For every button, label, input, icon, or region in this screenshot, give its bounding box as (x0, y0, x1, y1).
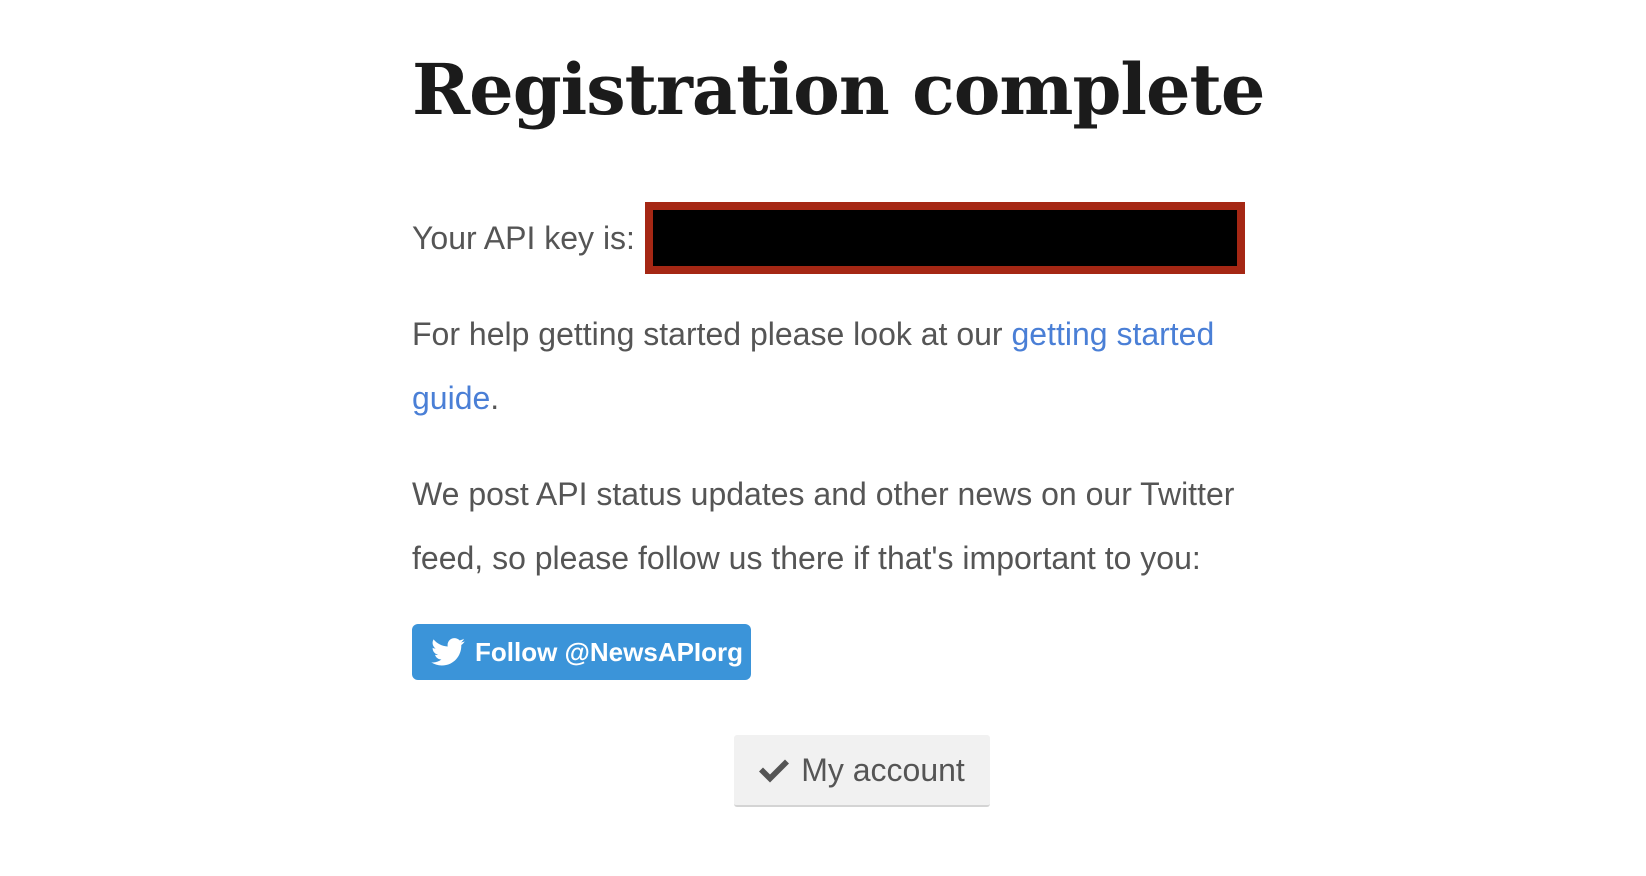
help-text-after: . (490, 380, 500, 416)
my-account-label: My account (801, 751, 965, 788)
api-key-label: Your API key is: (412, 219, 635, 256)
help-paragraph: For help getting started please look at … (412, 302, 1252, 430)
api-key-value-redacted (644, 202, 1245, 274)
api-key-row: Your API key is: (412, 202, 1245, 274)
page-title: Registration complete (412, 48, 1265, 131)
news-paragraph: We post API status updates and other new… (412, 476, 1235, 576)
twitter-follow-button[interactable]: Follow @NewsAPIorg (412, 624, 751, 680)
checkmark-icon (759, 757, 801, 783)
twitter-bird-icon (431, 638, 475, 666)
help-text-before: For help getting started please look at … (412, 316, 1012, 352)
my-account-button[interactable]: My account (734, 735, 990, 807)
twitter-follow-label: Follow @NewsAPIorg (475, 636, 744, 667)
